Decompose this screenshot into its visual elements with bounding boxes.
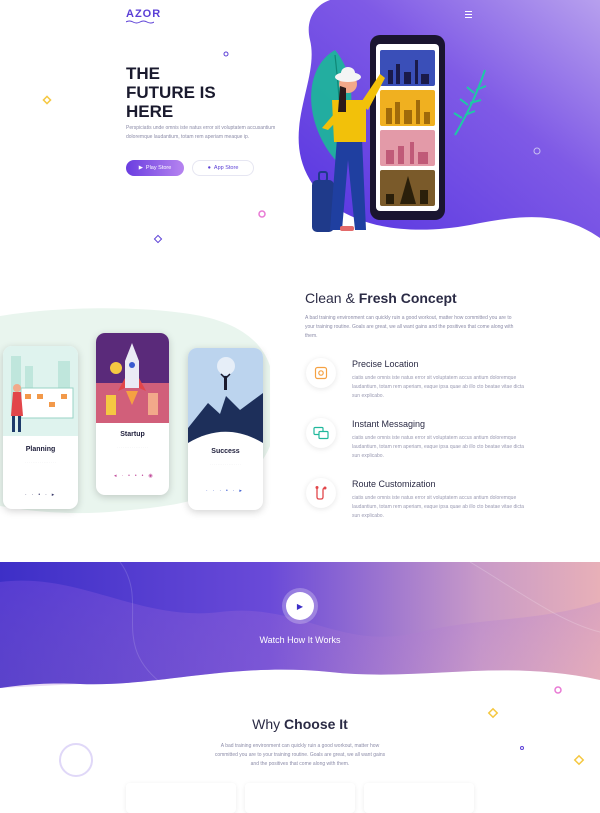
why-title: Why Choose It	[0, 716, 600, 732]
phone-text-placeholder: · · · · · · · · · · · · · · · · ·	[25, 460, 56, 464]
hero-title-line: THE	[126, 64, 160, 83]
ring-shape-icon	[258, 210, 266, 218]
route-icon	[306, 478, 336, 508]
watch-video-label[interactable]: Watch How It Works	[0, 635, 600, 645]
video-band-background	[0, 562, 600, 688]
menu-icon[interactable]	[465, 11, 472, 20]
why-description: A bad training environment can quickly r…	[214, 743, 386, 767]
concept-title-bold: Fresh Concept	[358, 290, 457, 306]
phone-title-success: Success	[211, 448, 240, 455]
phone-pager-dots: ···•·▸	[206, 488, 247, 494]
diamond-shape-icon	[573, 754, 585, 766]
phone-pager-dots: ··•·▸	[25, 492, 60, 498]
dot-shape-icon	[223, 51, 229, 57]
hero-title-line: FUTURE IS	[126, 83, 216, 102]
location-icon	[306, 358, 336, 388]
feature-title: Instant Messaging	[352, 419, 426, 429]
hero-title-line: HERE	[126, 102, 174, 121]
phone-mockup-startup: Startup · · · · · · · · · · · · · · · · …	[96, 333, 169, 495]
play-store-button[interactable]: ▶ Play Store	[126, 160, 184, 176]
feature-text: ciatis unde omnis iste natus error sit v…	[352, 375, 525, 399]
diamond-shape-icon	[42, 95, 52, 105]
play-icon: ▶	[138, 165, 143, 171]
apple-icon: ●	[207, 165, 211, 171]
phone-text-placeholder: · · · · · · · · · · · · · · · · ·	[210, 462, 241, 466]
ring-shape-icon	[554, 686, 562, 694]
feature-text: ciatis unde omnis iste natus error sit v…	[352, 435, 525, 459]
why-title-light: Why	[252, 716, 281, 732]
success-illustration	[188, 348, 263, 443]
dot-shape-icon	[520, 746, 524, 750]
concept-description: A bad training environment can quickly r…	[305, 315, 514, 339]
feature-text: ciatis unde omnis iste natus error sit v…	[352, 495, 525, 519]
concept-title: Clean & Fresh Concept	[305, 290, 457, 306]
play-icon: ▶	[296, 601, 304, 611]
app-store-label: App Store	[213, 165, 239, 171]
logo[interactable]: AZOR	[126, 8, 161, 20]
hero-description: Perspiciatis unde omnis iste natus error…	[126, 125, 276, 140]
planning-illustration	[3, 346, 78, 436]
hero-title: THE FUTURE IS HERE	[126, 64, 266, 121]
logo-wave-icon	[126, 20, 154, 24]
phone-mockup-success: Success · · · · · · · · · · · · · · · · …	[188, 348, 263, 510]
phone-title-planning: Planning	[25, 446, 56, 453]
phone-text-placeholder: · · · · · · · · · · · · · · · · ·	[117, 445, 148, 449]
startup-illustration	[96, 333, 169, 423]
concept-title-light: Clean &	[305, 290, 355, 306]
ring-shape-icon	[59, 743, 93, 777]
phone-mockup-planning: Planning · · · · · · · · · · · · · · · ·…	[3, 346, 78, 509]
ring-shape-icon	[533, 147, 541, 155]
feature-title: Precise Location	[352, 359, 419, 369]
chat-icon	[306, 418, 336, 448]
diamond-shape-icon	[153, 234, 163, 244]
phone-title-startup: Startup	[120, 431, 145, 438]
phone-pager-dots: ◂·•••◉	[114, 473, 158, 479]
feature-card[interactable]	[126, 783, 236, 813]
app-store-button[interactable]: ● App Store	[192, 160, 254, 176]
feature-title: Route Customization	[352, 479, 436, 489]
play-video-button[interactable]: ▶	[286, 592, 314, 620]
feature-card[interactable]	[245, 783, 355, 813]
hero-illustration	[312, 35, 445, 232]
feature-card[interactable]	[364, 783, 474, 813]
why-title-bold: Choose It	[284, 716, 348, 732]
play-store-label: Play Store	[145, 165, 172, 171]
